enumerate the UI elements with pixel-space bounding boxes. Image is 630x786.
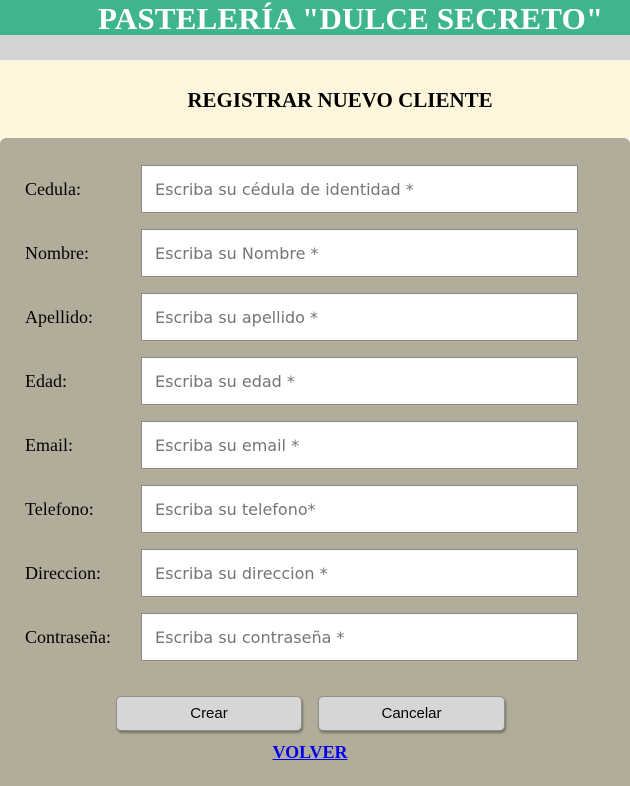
registration-form: Cedula: Nombre: Apellido: Edad: Email: T… [0, 138, 630, 786]
field-row-edad: Edad: [0, 357, 630, 405]
field-row-email: Email: [0, 421, 630, 469]
site-banner: PASTELERÍA "DULCE SECRETO" [0, 0, 630, 36]
telefono-label: Telefono: [25, 499, 94, 519]
nombre-label: Nombre: [25, 243, 89, 263]
direccion-input[interactable] [141, 549, 578, 597]
telefono-input[interactable] [141, 485, 578, 533]
shop-name: PASTELERÍA "DULCE SECRETO" [98, 1, 604, 36]
create-button[interactable]: Crear [116, 696, 302, 731]
contrasena-label: Contraseña: [25, 627, 111, 647]
email-input[interactable] [141, 421, 578, 469]
field-row-direccion: Direccion: [0, 549, 630, 597]
email-label: Email: [25, 435, 73, 455]
edad-input[interactable] [141, 357, 578, 405]
field-row-apellido: Apellido: [0, 293, 630, 341]
cedula-input[interactable] [141, 165, 578, 213]
field-row-telefono: Telefono: [0, 485, 630, 533]
field-row-contrasena: Contraseña: [0, 613, 630, 661]
back-link[interactable]: VOLVER [0, 741, 620, 763]
apellido-label: Apellido: [25, 307, 93, 327]
cedula-label: Cedula: [25, 179, 81, 199]
nav-strip [0, 35, 630, 60]
direccion-label: Direccion: [25, 563, 101, 583]
field-row-nombre: Nombre: [0, 229, 630, 277]
edad-label: Edad: [25, 371, 67, 391]
apellido-input[interactable] [141, 293, 578, 341]
field-row-cedula: Cedula: [0, 165, 630, 213]
page-title: REGISTRAR NUEVO CLIENTE [187, 88, 493, 112]
contrasena-input[interactable] [141, 613, 578, 661]
nombre-input[interactable] [141, 229, 578, 277]
form-title-band: REGISTRAR NUEVO CLIENTE [0, 60, 630, 138]
cancel-button[interactable]: Cancelar [318, 696, 505, 731]
